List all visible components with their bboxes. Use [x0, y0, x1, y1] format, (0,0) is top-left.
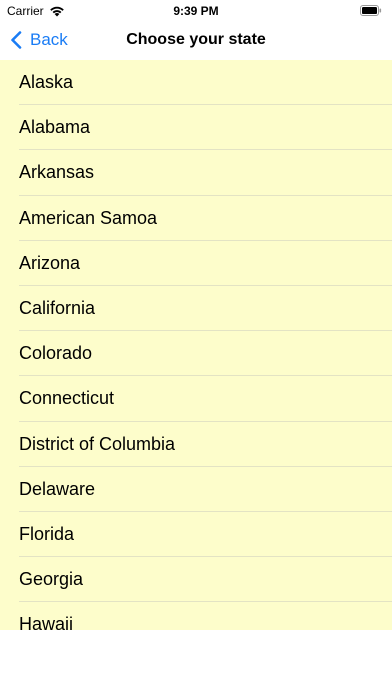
- list-item-label: Arizona: [19, 252, 81, 273]
- navigation-bar: Back Choose your state: [0, 22, 392, 60]
- list-item-label: Delaware: [19, 478, 96, 499]
- list-item[interactable]: Hawaii: [0, 602, 392, 630]
- list-item-label: Arkansas: [19, 162, 95, 183]
- state-list[interactable]: Alaska Alabama Arkansas American Samoa Arizo…: [0, 60, 392, 630]
- bottom-area: [0, 630, 392, 696]
- list-item-label: District of Columbia: [19, 433, 176, 454]
- list-item[interactable]: California: [0, 286, 392, 332]
- list-item[interactable]: Arkansas: [0, 150, 392, 196]
- list-item-label: American Samoa: [19, 207, 158, 228]
- list-item[interactable]: District of Columbia: [0, 422, 392, 467]
- list-item-label: Colorado: [19, 343, 93, 364]
- list-item-label: Hawaii: [19, 614, 74, 630]
- list-item[interactable]: Florida: [0, 512, 392, 558]
- list-item[interactable]: Arizona: [0, 241, 392, 286]
- list-item[interactable]: Alaska: [0, 60, 392, 106]
- battery-icon: [360, 5, 382, 16]
- app-screen: Carrier 9:39 PM Back Choose your state A…: [0, 0, 392, 696]
- list-item-label: Florida: [19, 523, 75, 544]
- list-item[interactable]: American Samoa: [0, 196, 392, 241]
- list-item-label: Connecticut: [19, 388, 115, 409]
- list-item[interactable]: Connecticut: [0, 376, 392, 422]
- list-item[interactable]: Delaware: [0, 467, 392, 512]
- chevron-left-icon: [11, 31, 22, 49]
- list-item[interactable]: Colorado: [0, 331, 392, 377]
- list-item-label: Alabama: [19, 117, 91, 138]
- list-item[interactable]: Alabama: [0, 105, 392, 151]
- status-bar: Carrier 9:39 PM: [0, 0, 392, 22]
- back-label: Back: [30, 30, 68, 49]
- status-time: 9:39 PM: [173, 4, 219, 18]
- list-item-label: Georgia: [19, 569, 84, 590]
- back-button[interactable]: Back: [10, 30, 68, 50]
- list-item-label: California: [19, 297, 96, 318]
- list-item-label: Alaska: [19, 72, 74, 92]
- list-item[interactable]: Georgia: [0, 557, 392, 603]
